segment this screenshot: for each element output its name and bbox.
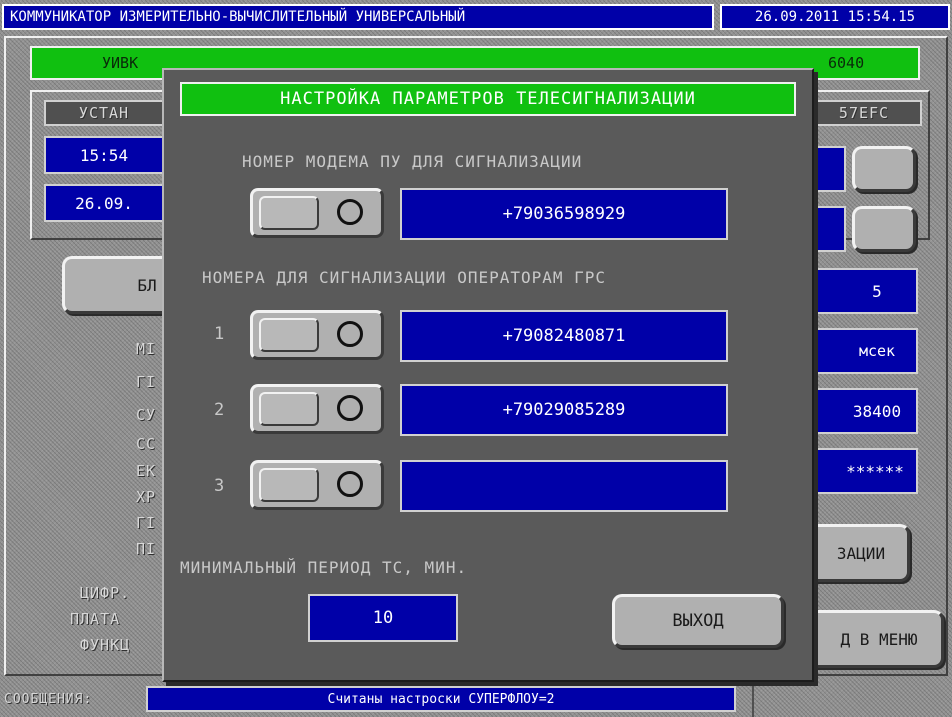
time-field[interactable]: 15:54 [44, 136, 164, 174]
menu-label: ПІ [136, 540, 157, 558]
status-bar: СООБЩЕНИЯ: Считаны настроски СУПЕРФЛОУ=2 [0, 684, 952, 717]
right-value-2[interactable]: мсек [806, 328, 918, 374]
right-value-4[interactable]: ****** [806, 448, 918, 494]
menu-label: ПЛАТА [70, 610, 121, 628]
toggle-indicator-icon [337, 321, 363, 347]
toggle-indicator-icon [337, 395, 363, 421]
toggle-indicator-icon [337, 199, 363, 225]
screen: { "titlebar": {"title": "КОММУНИКАТОР ИЗ… [0, 0, 952, 717]
menu-label: СУ [136, 406, 157, 424]
device-bar-left: УИВК [102, 54, 139, 72]
menu-label: МІ [136, 340, 157, 358]
operator-index: 3 [214, 476, 225, 496]
status-label: СООБЩЕНИЯ: [4, 692, 93, 707]
datetime-text: 26.09.2011 15:54.15 [754, 9, 916, 25]
left-panel-title: УСТАН [44, 100, 164, 126]
menu-label: ГІ [136, 373, 157, 391]
status-message: Считаны настроски СУПЕРФЛОУ=2 [146, 686, 736, 712]
operator-3-toggle[interactable] [250, 460, 384, 510]
dialog-title: НАСТРОЙКА ПАРАМЕТРОВ ТЕЛЕСИГНАЛИЗАЦИИ [180, 82, 796, 116]
right-small-button-1[interactable] [852, 146, 916, 192]
modem-toggle[interactable] [250, 188, 384, 238]
operator-1-number-field[interactable]: +79082480871 [400, 310, 728, 362]
date-field[interactable]: 26.09. [44, 184, 164, 222]
menu-label: ХР [136, 488, 157, 506]
operator-2-number-field[interactable]: +79029085289 [400, 384, 728, 436]
right-small-button-2[interactable] [852, 206, 916, 252]
toggle-knob [259, 196, 319, 230]
min-period-label: МИНИМАЛЬНЫЙ ПЕРИОД ТС, МИН. [180, 558, 468, 577]
operators-label: НОМЕРА ДЛЯ СИГНАЛИЗАЦИИ ОПЕРАТОРАМ ГРС [202, 268, 607, 287]
right-panel-title: 57EFC [806, 100, 922, 126]
menu-label: ЦИФР. [80, 584, 131, 602]
exit-button[interactable]: ВЫХОД [612, 594, 784, 648]
right-value-1[interactable]: 5 [806, 268, 918, 314]
menu-label: ФУНКЦ [80, 636, 131, 654]
app-title: КОММУНИКАТОР ИЗМЕРИТЕЛЬНО-ВЫЧИСЛИТЕЛЬНЫЙ… [10, 9, 466, 25]
datetime-display: 26.09.2011 15:54.15 [720, 4, 950, 30]
modem-number-field[interactable]: +79036598929 [400, 188, 728, 240]
menu-label: ГІ [136, 514, 157, 532]
operator-1-toggle[interactable] [250, 310, 384, 360]
toggle-knob [259, 392, 319, 426]
operator-3-number-field[interactable] [400, 460, 728, 512]
status-divider [752, 684, 754, 717]
modem-label: НОМЕР МОДЕМА ПУ ДЛЯ СИГНАЛИЗАЦИИ [242, 152, 583, 171]
toggle-knob [259, 468, 319, 502]
operator-2-toggle[interactable] [250, 384, 384, 434]
min-period-field[interactable]: 10 [308, 594, 458, 642]
operator-index: 1 [214, 324, 225, 344]
menu-label: СС [136, 435, 157, 453]
menu-label: ЕК [136, 462, 157, 480]
operator-index: 2 [214, 400, 225, 420]
toggle-knob [259, 318, 319, 352]
telesignal-dialog: НАСТРОЙКА ПАРАМЕТРОВ ТЕЛЕСИГНАЛИЗАЦИИ НО… [162, 68, 814, 682]
toggle-indicator-icon [337, 471, 363, 497]
right-value-3[interactable]: 38400 [806, 388, 918, 434]
title-bar: КОММУНИКАТОР ИЗМЕРИТЕЛЬНО-ВЫЧИСЛИТЕЛЬНЫЙ… [2, 4, 714, 30]
device-bar-right: 6040 [828, 54, 865, 72]
